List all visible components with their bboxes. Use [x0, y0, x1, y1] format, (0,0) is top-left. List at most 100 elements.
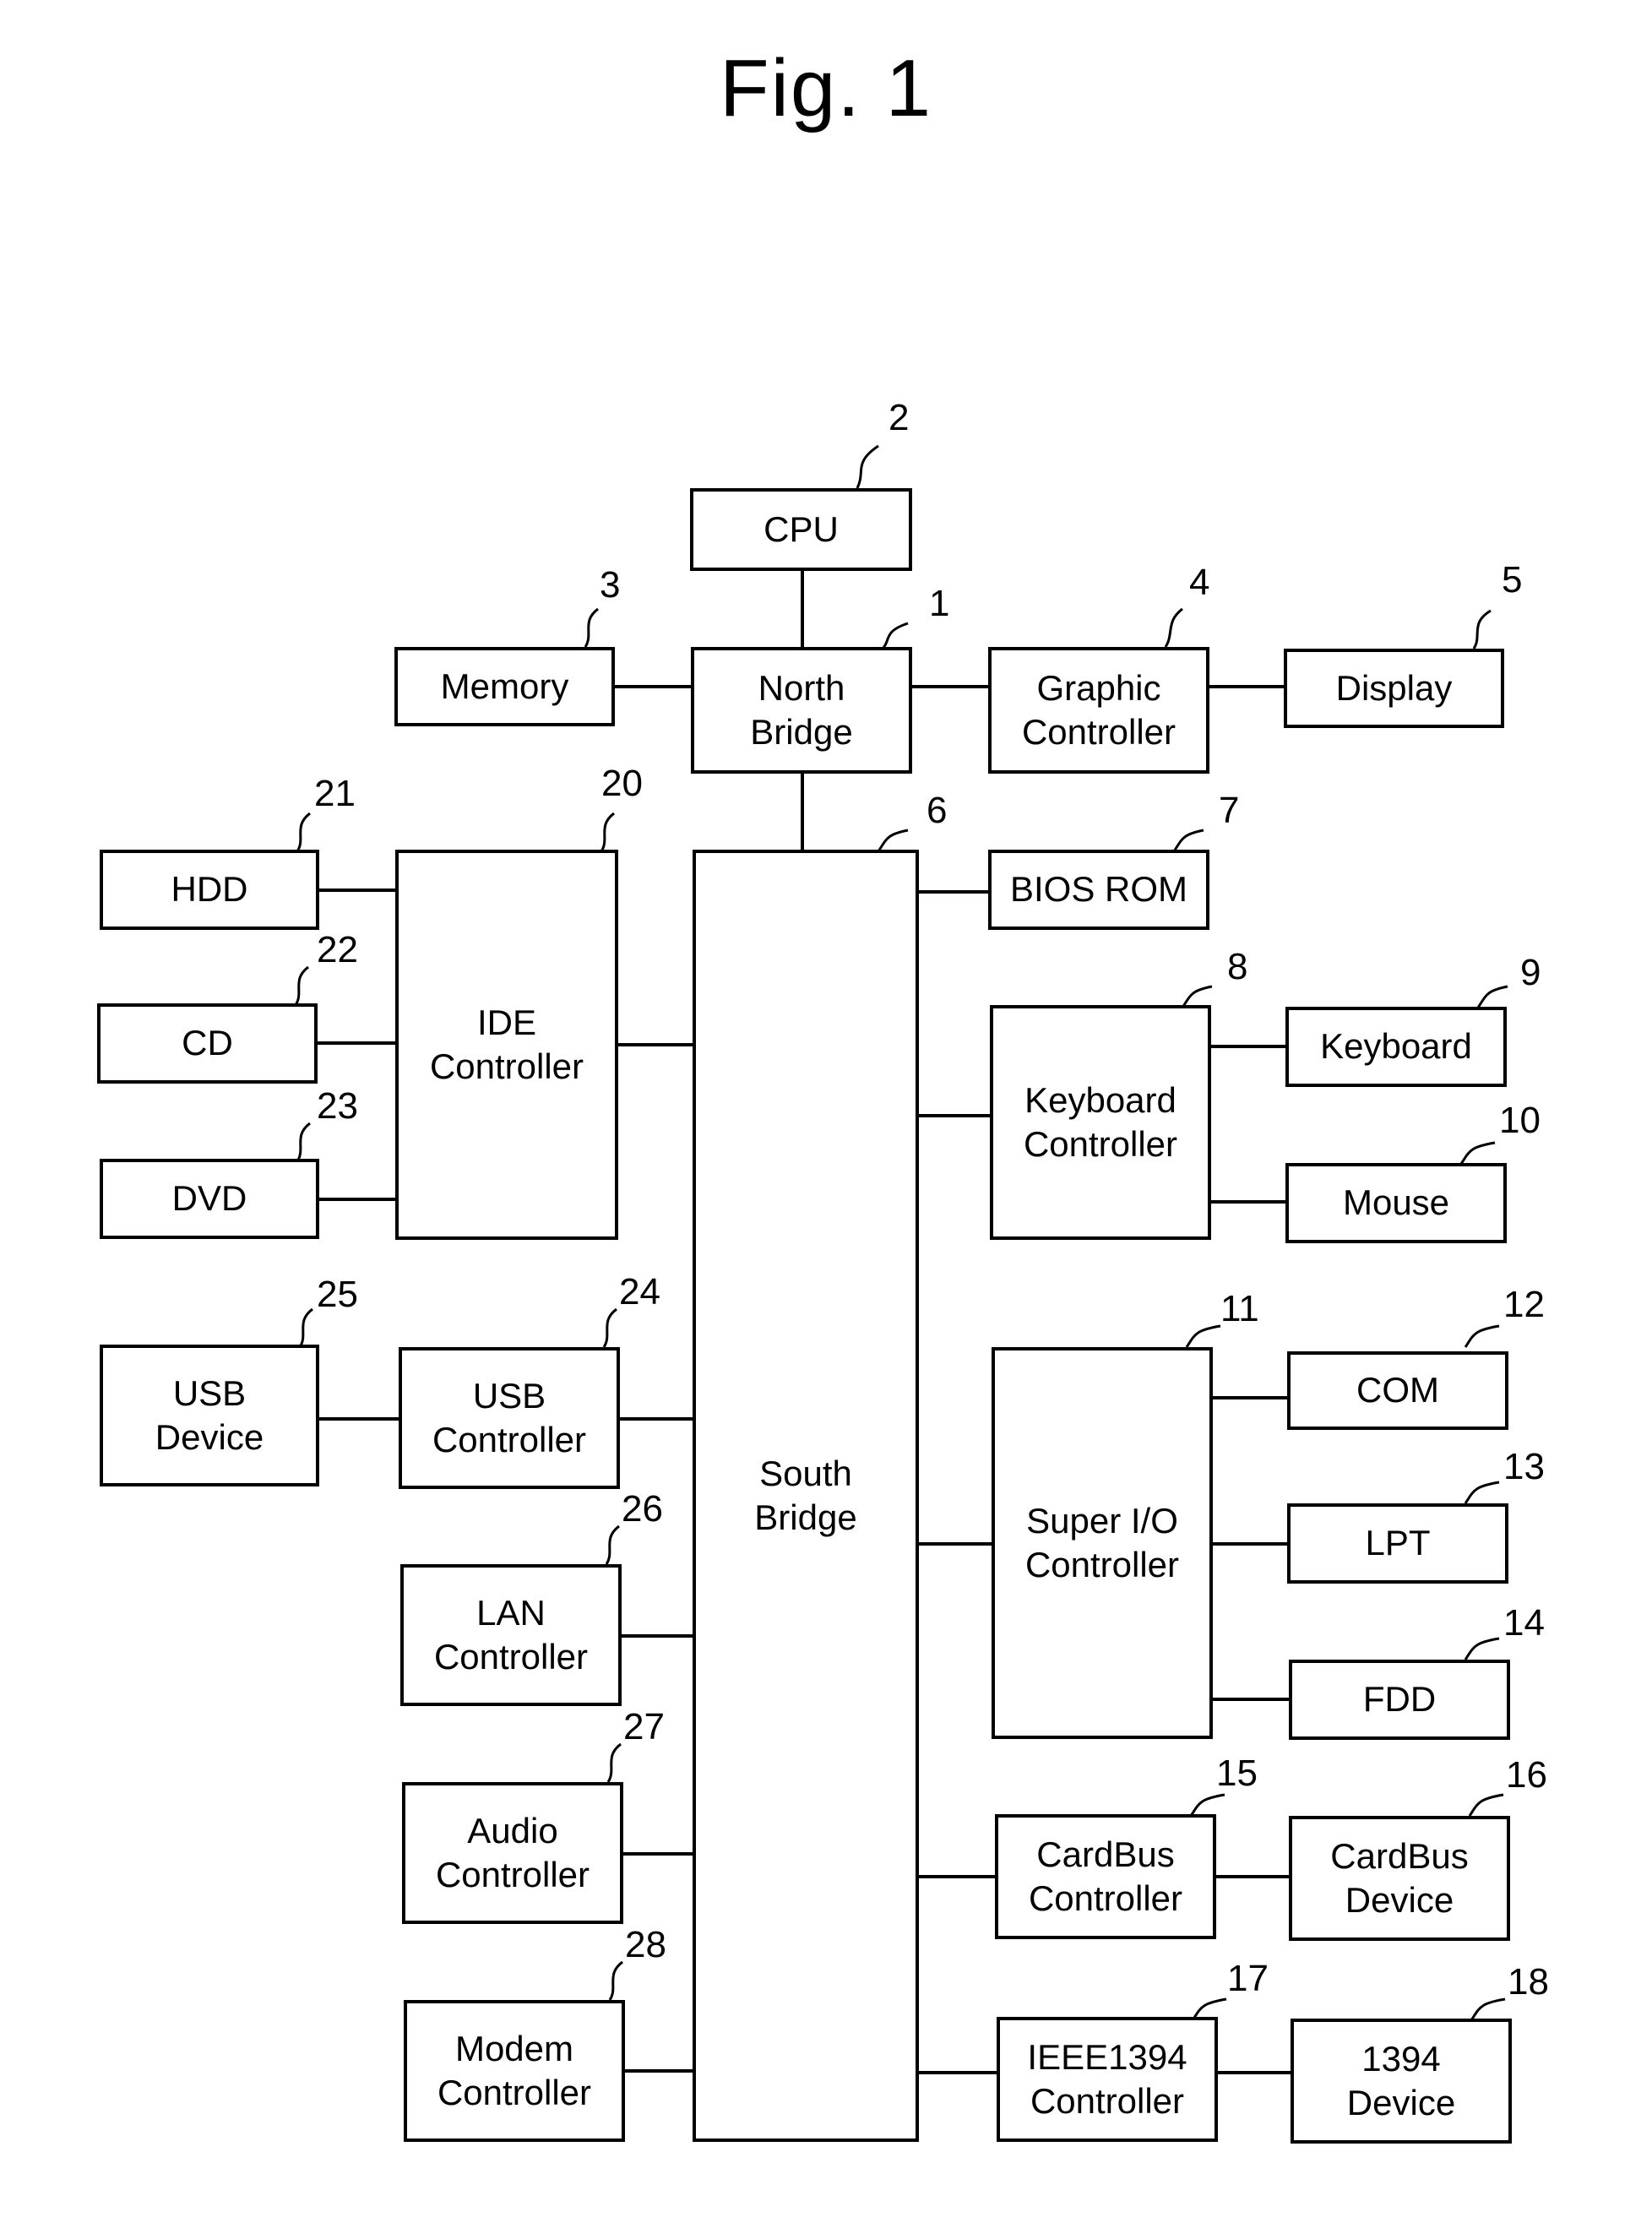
keyboard-controller-block: Keyboard Controller — [990, 1005, 1211, 1240]
ieee1394-controller-block: IEEE1394 Controller — [997, 2017, 1218, 2142]
south-bridge-block: South Bridge — [693, 850, 919, 2142]
bios-rom-block: BIOS ROM — [988, 850, 1209, 930]
bios-rom-ref: 7 — [1219, 790, 1240, 831]
hdd-label: HDD — [171, 869, 248, 910]
cardbus-device-label: CardBus Device — [1330, 1835, 1469, 1921]
south-bridge-label: South Bridge — [754, 1453, 857, 1538]
super-io-controller-label: Super I/O Controller — [1024, 1500, 1180, 1585]
memory-ref: 3 — [600, 564, 621, 606]
audio-controller-label: Audio Controller — [435, 1810, 590, 1895]
audio-controller-ref: 27 — [623, 1706, 665, 1747]
leader-6 — [877, 829, 909, 852]
device-1394-block: 1394 Device — [1291, 2019, 1512, 2144]
mouse-block: Mouse — [1285, 1163, 1507, 1243]
leader-25 — [298, 1307, 313, 1348]
fdd-label: FDD — [1362, 1679, 1437, 1720]
leader-20 — [600, 812, 615, 852]
leader-2 — [856, 444, 879, 489]
lpt-block: LPT — [1287, 1503, 1508, 1584]
graphic-controller-ref: 4 — [1189, 562, 1210, 603]
cardbus-controller-block: CardBus Controller — [995, 1814, 1216, 1939]
ide-controller-block: IDE Controller — [395, 850, 618, 1240]
ide-controller-label: IDE Controller — [429, 1002, 584, 1087]
north-bridge-block: North Bridge — [691, 647, 912, 774]
modem-controller-label: Modem Controller — [437, 2028, 592, 2113]
mouse-ref: 10 — [1499, 1100, 1541, 1141]
usb-device-block: USB Device — [100, 1345, 319, 1486]
leader-14 — [1464, 1637, 1500, 1660]
keyboard-label: Keyboard — [1320, 1026, 1472, 1067]
usb-controller-label: USB Controller — [432, 1375, 587, 1460]
cd-label: CD — [182, 1023, 233, 1063]
cardbus-controller-label: CardBus Controller — [1028, 1834, 1183, 1919]
graphic-controller-block: Graphic Controller — [988, 647, 1209, 774]
leader-10 — [1459, 1141, 1496, 1165]
fdd-ref: 14 — [1503, 1602, 1545, 1644]
ieee1394-controller-ref: 17 — [1227, 1958, 1269, 1999]
cpu-label: CPU — [764, 508, 839, 549]
memory-label: Memory — [440, 666, 569, 706]
memory-block: Memory — [394, 647, 615, 726]
leader-13 — [1464, 1481, 1500, 1504]
cardbus-device-block: CardBus Device — [1289, 1816, 1510, 1941]
leader-23 — [296, 1122, 311, 1162]
cardbus-controller-ref: 15 — [1216, 1753, 1258, 1794]
cardbus-device-ref: 16 — [1506, 1754, 1547, 1796]
leader-16 — [1468, 1793, 1504, 1817]
leader-12 — [1464, 1324, 1500, 1348]
leader-4 — [1164, 607, 1183, 648]
com-ref: 12 — [1503, 1284, 1545, 1325]
leader-9 — [1476, 985, 1508, 1008]
lan-controller-ref: 26 — [622, 1488, 663, 1530]
device-1394-ref: 18 — [1508, 1961, 1549, 2003]
leader-26 — [605, 1524, 620, 1565]
hdd-ref: 21 — [314, 773, 356, 814]
lan-controller-block: LAN Controller — [400, 1564, 622, 1706]
leader-3 — [584, 607, 599, 648]
modem-controller-ref: 28 — [625, 1924, 666, 1965]
com-label: COM — [1356, 1370, 1439, 1410]
usb-controller-block: USB Controller — [399, 1347, 620, 1489]
cpu-ref: 2 — [888, 397, 910, 438]
leader-24 — [602, 1307, 617, 1348]
audio-controller-block: Audio Controller — [402, 1782, 623, 1924]
bios-rom-label: BIOS ROM — [1009, 869, 1188, 910]
leader-28 — [608, 1960, 623, 2001]
leader-21 — [296, 812, 311, 852]
leader-1 — [881, 622, 909, 650]
keyboard-controller-ref: 8 — [1227, 946, 1248, 987]
dvd-ref: 23 — [317, 1085, 358, 1127]
device-1394-label: 1394 Device — [1346, 2038, 1456, 2123]
north-bridge-ref: 1 — [929, 583, 950, 624]
com-block: COM — [1287, 1351, 1508, 1430]
keyboard-ref: 9 — [1520, 952, 1541, 993]
lpt-ref: 13 — [1503, 1446, 1545, 1487]
ieee1394-controller-label: IEEE1394 Controller — [1027, 2036, 1187, 2122]
cpu-block: CPU — [690, 488, 912, 571]
leader-18 — [1470, 1997, 1506, 2021]
modem-controller-block: Modem Controller — [404, 2000, 625, 2142]
hdd-block: HDD — [100, 850, 319, 930]
usb-device-label: USB Device — [155, 1372, 264, 1458]
super-io-controller-block: Super I/O Controller — [992, 1347, 1213, 1739]
dvd-block: DVD — [100, 1159, 319, 1239]
lpt-label: LPT — [1365, 1523, 1431, 1563]
display-ref: 5 — [1502, 559, 1523, 601]
north-bridge-label: North Bridge — [750, 667, 853, 753]
super-io-controller-ref: 11 — [1220, 1288, 1259, 1329]
display-label: Display — [1335, 667, 1453, 708]
leader-5 — [1472, 609, 1492, 649]
leader-27 — [606, 1742, 622, 1783]
fdd-block: FDD — [1289, 1660, 1510, 1740]
dvd-label: DVD — [171, 1178, 247, 1219]
lan-controller-label: LAN Controller — [433, 1592, 589, 1677]
cd-block: CD — [97, 1003, 318, 1084]
usb-device-ref: 25 — [317, 1274, 358, 1315]
keyboard-controller-label: Keyboard Controller — [1023, 1079, 1178, 1165]
mouse-label: Mouse — [1342, 1182, 1450, 1223]
keyboard-block: Keyboard — [1285, 1007, 1507, 1087]
leader-15 — [1189, 1793, 1225, 1817]
ide-controller-ref: 20 — [601, 763, 643, 804]
leader-22 — [294, 965, 309, 1006]
leader-11 — [1185, 1324, 1221, 1348]
